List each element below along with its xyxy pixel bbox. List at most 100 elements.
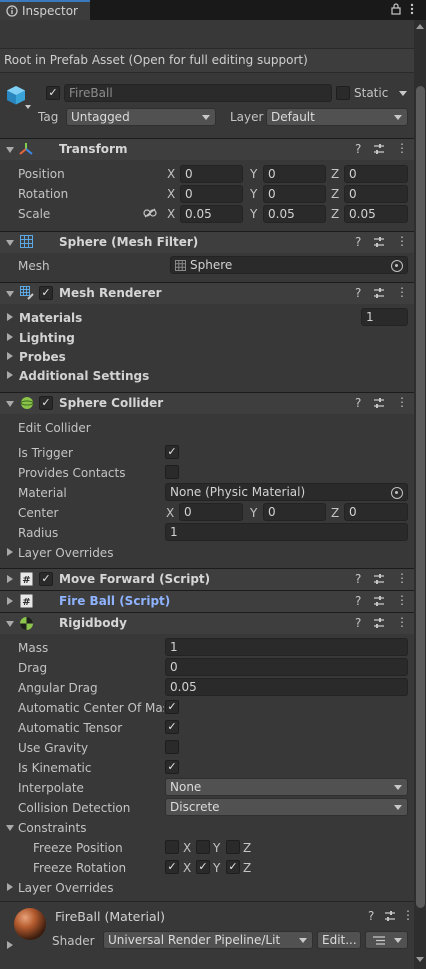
tag-dropdown[interactable]: Untagged	[66, 108, 216, 126]
interpolate-dropdown[interactable]: None	[165, 778, 408, 796]
object-picker-icon[interactable]	[391, 487, 403, 499]
foldout-arrow[interactable]	[6, 621, 14, 627]
rotation-y-field[interactable]: 0	[263, 185, 326, 203]
mesh-renderer-enabled-checkbox[interactable]: ✓	[39, 286, 53, 300]
freeze-rotation-z-checkbox[interactable]: ✓	[226, 860, 240, 874]
scale-x-field[interactable]: 0.05	[180, 205, 243, 223]
use-gravity-checkbox[interactable]	[165, 740, 179, 754]
freeze-position-x-checkbox[interactable]	[165, 840, 179, 854]
rotation-z-field[interactable]: 0	[344, 185, 408, 203]
lock-icon[interactable]	[391, 3, 401, 15]
freeze-position-z-checkbox[interactable]	[226, 840, 240, 854]
foldout-arrow[interactable]	[6, 825, 14, 831]
scrollbar-thumb[interactable]	[416, 86, 425, 908]
preset-icon[interactable]	[373, 397, 385, 409]
collider-layer-overrides-foldout[interactable]: Layer Overrides	[18, 546, 113, 560]
center-z-field[interactable]: 0	[344, 503, 408, 521]
angular-drag-field[interactable]: 0.05	[165, 678, 408, 696]
preset-icon[interactable]	[384, 910, 396, 922]
is-trigger-checkbox[interactable]: ✓	[165, 445, 179, 459]
scale-y-field[interactable]: 0.05	[263, 205, 326, 223]
shader-dropdown[interactable]: Universal Render Pipeline/Lit	[103, 931, 313, 949]
help-icon[interactable]: ?	[355, 572, 361, 586]
gameobject-name-field[interactable]: FireBall	[64, 84, 332, 102]
position-y-field[interactable]: 0	[263, 165, 326, 183]
rotation-x-field[interactable]: 0	[180, 185, 243, 203]
preset-icon[interactable]	[373, 143, 385, 155]
foldout-arrow[interactable]	[7, 352, 13, 360]
provides-contacts-checkbox[interactable]	[165, 465, 179, 479]
foldout-arrow[interactable]	[7, 883, 13, 891]
center-x-field[interactable]: 0	[179, 503, 243, 521]
constraints-foldout[interactable]: Constraints	[18, 821, 86, 835]
help-icon[interactable]: ?	[355, 594, 361, 608]
auto-tensor-checkbox[interactable]: ✓	[165, 720, 179, 734]
tab-inspector[interactable]: Inspector	[0, 0, 90, 20]
foldout-arrow[interactable]	[7, 371, 13, 379]
physic-material-field[interactable]: None (Physic Material)	[165, 483, 408, 501]
shader-options-dropdown[interactable]	[365, 931, 408, 949]
more-icon[interactable]: ⋮	[402, 908, 414, 922]
position-z-field[interactable]: 0	[344, 165, 408, 183]
layer-dropdown[interactable]: Default	[266, 108, 408, 126]
more-icon[interactable]: ⋮	[396, 593, 408, 607]
sphere-collider-enabled-checkbox[interactable]: ✓	[39, 396, 53, 410]
static-dropdown-arrow[interactable]	[399, 91, 407, 96]
freeze-rotation-x-checkbox[interactable]: ✓	[165, 860, 179, 874]
foldout-arrow[interactable]	[6, 240, 14, 246]
foldout-arrow[interactable]	[7, 333, 13, 341]
probes-foldout[interactable]: Probes	[19, 350, 66, 364]
freeze-position-y-checkbox[interactable]	[196, 840, 210, 854]
move-forward-enabled-checkbox[interactable]: ✓	[39, 572, 53, 586]
collision-detection-dropdown[interactable]: Discrete	[165, 798, 408, 816]
static-checkbox[interactable]	[336, 86, 350, 100]
freeze-rotation-y-checkbox[interactable]: ✓	[196, 860, 210, 874]
materials-count-field[interactable]: 1	[361, 308, 408, 326]
help-icon[interactable]: ?	[368, 909, 374, 923]
more-icon[interactable]: ⋮	[396, 285, 408, 299]
foldout-arrow[interactable]	[6, 147, 14, 153]
preset-icon[interactable]	[373, 617, 385, 629]
mesh-object-field[interactable]: Sphere	[170, 256, 408, 274]
help-icon[interactable]: ?	[355, 142, 361, 156]
scroll-up-arrow[interactable]	[416, 24, 424, 29]
additional-settings-foldout[interactable]: Additional Settings	[19, 369, 149, 383]
preset-icon[interactable]	[373, 595, 385, 607]
foldout-arrow[interactable]	[7, 597, 13, 605]
materials-foldout[interactable]: Materials	[19, 311, 82, 325]
shader-edit-button[interactable]: Edit...	[317, 931, 361, 949]
preset-icon[interactable]	[373, 236, 385, 248]
preset-icon[interactable]	[373, 287, 385, 299]
more-icon[interactable]: ⋮	[396, 571, 408, 585]
foldout-arrow[interactable]	[7, 941, 13, 949]
preset-icon[interactable]	[373, 573, 385, 585]
scale-z-field[interactable]: 0.05	[344, 205, 408, 223]
constrain-proportions-icon[interactable]	[143, 208, 157, 218]
foldout-arrow[interactable]	[7, 548, 13, 556]
help-icon[interactable]: ?	[355, 235, 361, 249]
edit-collider-button[interactable]: Edit Collider	[18, 421, 91, 435]
object-picker-icon[interactable]	[391, 260, 403, 272]
scroll-down-arrow[interactable]	[416, 957, 424, 962]
foldout-arrow[interactable]	[7, 313, 13, 321]
help-icon[interactable]: ?	[355, 396, 361, 410]
help-icon[interactable]: ?	[355, 286, 361, 300]
more-icon[interactable]: ⋮	[396, 141, 408, 155]
foldout-arrow[interactable]	[7, 575, 13, 583]
position-x-field[interactable]: 0	[180, 165, 243, 183]
radius-field[interactable]: 1	[165, 523, 408, 541]
help-icon[interactable]: ?	[355, 616, 361, 630]
fire-ball-script-title[interactable]: Fire Ball (Script)	[59, 594, 170, 608]
is-kinematic-checkbox[interactable]: ✓	[165, 760, 179, 774]
more-icon[interactable]: ⋮	[396, 395, 408, 409]
drag-field[interactable]: 0	[165, 658, 408, 676]
foldout-arrow[interactable]	[6, 401, 14, 407]
foldout-arrow[interactable]	[6, 291, 14, 297]
center-y-field[interactable]: 0	[263, 503, 326, 521]
more-icon[interactable]: ⋮	[396, 615, 408, 629]
icon-dropdown-arrow[interactable]	[25, 105, 31, 109]
auto-center-of-mass-checkbox[interactable]: ✓	[165, 700, 179, 714]
more-icon[interactable]: ⋮	[396, 234, 408, 248]
lighting-foldout[interactable]: Lighting	[19, 331, 75, 345]
gameobject-active-checkbox[interactable]: ✓	[46, 86, 60, 100]
